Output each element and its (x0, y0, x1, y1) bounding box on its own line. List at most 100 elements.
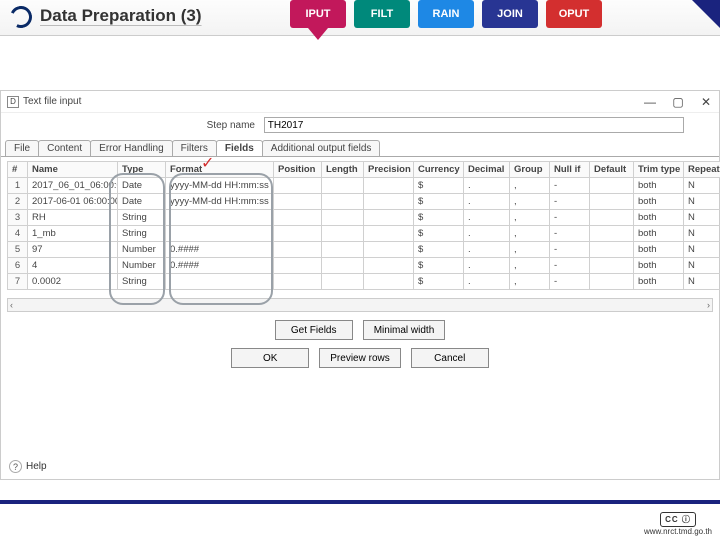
cell[interactable]: 0.0002 (28, 274, 118, 290)
table-row[interactable]: 41_mbString$.,-bothN (8, 226, 720, 242)
cell[interactable]: 4 (28, 258, 118, 274)
cell[interactable]: $ (414, 210, 464, 226)
cell[interactable] (166, 226, 274, 242)
get-fields-button[interactable]: Get Fields (275, 320, 353, 340)
cell[interactable]: both (634, 178, 684, 194)
cell[interactable] (166, 210, 274, 226)
cell[interactable]: - (550, 178, 590, 194)
cell[interactable] (590, 258, 634, 274)
cell[interactable]: Date (118, 194, 166, 210)
cell[interactable]: , (510, 226, 550, 242)
cell[interactable]: yyyy-MM-dd HH:mm:ss (166, 178, 274, 194)
cell[interactable] (364, 194, 414, 210)
cancel-button[interactable]: Cancel (411, 348, 489, 368)
cell[interactable]: both (634, 274, 684, 290)
cell[interactable]: , (510, 194, 550, 210)
cell[interactable] (274, 194, 322, 210)
cell[interactable]: - (550, 274, 590, 290)
cell[interactable]: , (510, 258, 550, 274)
cell[interactable] (166, 274, 274, 290)
tab-rain[interactable]: RAIN (418, 0, 474, 28)
close-button[interactable]: ✕ (699, 95, 713, 109)
cell[interactable]: - (550, 226, 590, 242)
cell[interactable]: yyyy-MM-dd HH:mm:ss (166, 194, 274, 210)
cell[interactable]: N (684, 226, 720, 242)
cell[interactable]: both (634, 210, 684, 226)
cell[interactable]: . (464, 210, 510, 226)
sheet-file[interactable]: File (5, 140, 39, 156)
horizontal-scrollbar[interactable]: ‹ › (7, 298, 713, 312)
cell[interactable]: both (634, 194, 684, 210)
cell[interactable] (590, 194, 634, 210)
table-row[interactable]: 3RHString$.,-bothN (8, 210, 720, 226)
cell[interactable]: $ (414, 242, 464, 258)
fields-table[interactable]: # Name Type Format Position Length Preci… (7, 161, 720, 290)
cell[interactable]: RH (28, 210, 118, 226)
cell[interactable]: 1 (8, 178, 28, 194)
sheet-fields[interactable]: Fields (216, 140, 263, 156)
cell[interactable] (322, 210, 364, 226)
cell[interactable] (364, 274, 414, 290)
maximize-button[interactable]: ▢ (671, 95, 685, 109)
help-link[interactable]: ? Help (9, 460, 47, 473)
scroll-right-icon[interactable]: › (707, 300, 710, 310)
cell[interactable] (274, 242, 322, 258)
tab-join[interactable]: JOIN (482, 0, 538, 28)
cell[interactable]: . (464, 194, 510, 210)
cell[interactable]: 7 (8, 274, 28, 290)
cell[interactable] (274, 274, 322, 290)
cell[interactable]: , (510, 178, 550, 194)
cell[interactable]: Number (118, 258, 166, 274)
cell[interactable]: $ (414, 258, 464, 274)
cell[interactable]: . (464, 178, 510, 194)
minimal-width-button[interactable]: Minimal width (363, 320, 446, 340)
cell[interactable]: Number (118, 242, 166, 258)
scroll-left-icon[interactable]: ‹ (10, 300, 13, 310)
tab-output[interactable]: OPUT (546, 0, 602, 28)
cell[interactable] (274, 210, 322, 226)
cell[interactable] (364, 210, 414, 226)
cell[interactable]: $ (414, 194, 464, 210)
cell[interactable] (364, 258, 414, 274)
cell[interactable] (274, 226, 322, 242)
cell[interactable] (274, 258, 322, 274)
cell[interactable]: N (684, 242, 720, 258)
cell[interactable]: - (550, 210, 590, 226)
cell[interactable]: 6 (8, 258, 28, 274)
cell[interactable]: Date (118, 178, 166, 194)
cell[interactable]: both (634, 258, 684, 274)
preview-rows-button[interactable]: Preview rows (319, 348, 400, 368)
cell[interactable] (322, 258, 364, 274)
cell[interactable]: N (684, 274, 720, 290)
sheet-error[interactable]: Error Handling (90, 140, 172, 156)
tab-filter[interactable]: FILT (354, 0, 410, 28)
cell[interactable]: - (550, 194, 590, 210)
cell[interactable]: N (684, 194, 720, 210)
cell[interactable] (364, 226, 414, 242)
cell[interactable] (322, 274, 364, 290)
cell[interactable]: 97 (28, 242, 118, 258)
cell[interactable]: . (464, 226, 510, 242)
cell[interactable] (590, 274, 634, 290)
cell[interactable]: N (684, 258, 720, 274)
table-row[interactable]: 597Number0.####$.,-bothN (8, 242, 720, 258)
cell[interactable]: both (634, 226, 684, 242)
cell[interactable]: 2 (8, 194, 28, 210)
cell[interactable] (364, 178, 414, 194)
minimize-button[interactable]: — (643, 95, 657, 109)
cell[interactable] (590, 178, 634, 194)
cell[interactable]: both (634, 242, 684, 258)
cell[interactable] (274, 178, 322, 194)
cell[interactable]: 3 (8, 210, 28, 226)
cell[interactable] (322, 178, 364, 194)
cell[interactable]: . (464, 274, 510, 290)
step-name-input[interactable] (264, 117, 684, 133)
cell[interactable]: 5 (8, 242, 28, 258)
sheet-additional[interactable]: Additional output fields (262, 140, 381, 156)
cell[interactable] (364, 242, 414, 258)
table-row[interactable]: 64Number0.####$.,-bothN (8, 258, 720, 274)
cell[interactable]: String (118, 210, 166, 226)
cell[interactable]: 2017_06_01_06:00:00 (28, 178, 118, 194)
cell[interactable] (322, 226, 364, 242)
cell[interactable]: 0.#### (166, 258, 274, 274)
